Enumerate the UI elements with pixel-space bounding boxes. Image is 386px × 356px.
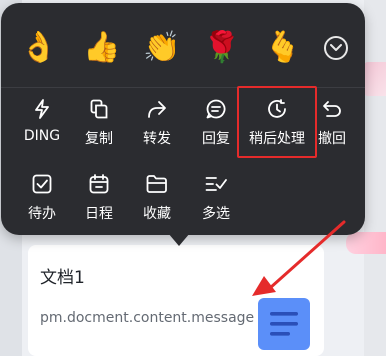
- forward-label: 转发: [143, 131, 171, 147]
- hand-with-flower-emoji[interactable]: 🌹: [202, 27, 242, 67]
- thumbs-up-emoji[interactable]: 👍: [82, 27, 122, 67]
- favorite-button[interactable]: 收藏: [126, 167, 188, 227]
- lightning-icon: [31, 98, 53, 120]
- sticker-decoration-bottom: [346, 232, 386, 254]
- finger-heart-emoji[interactable]: 🫰: [263, 27, 303, 67]
- reply-bubble-icon: [205, 98, 227, 120]
- recall-label: 撤回: [318, 131, 346, 147]
- reply-label: 回复: [202, 131, 230, 147]
- document-lines-icon: [258, 298, 310, 350]
- folder-icon: [146, 173, 168, 195]
- checkbox-icon: [31, 173, 53, 195]
- chevron-down-circle-icon[interactable]: [324, 36, 348, 60]
- ok-hand-emoji[interactable]: 👌: [19, 27, 59, 67]
- multi-select-icon: [205, 173, 227, 195]
- undo-icon: [321, 98, 343, 120]
- ding-button[interactable]: DING: [11, 92, 73, 152]
- multi-select-label: 多选: [202, 206, 230, 222]
- schedule-button[interactable]: 日程: [68, 167, 130, 227]
- document-description: pm.docment.content.message: [40, 310, 255, 326]
- sticker-decoration: [364, 62, 386, 96]
- calendar-icon: [88, 173, 110, 195]
- copy-label: 复制: [85, 131, 113, 147]
- copy-icon: [88, 98, 110, 120]
- forward-icon: [146, 98, 168, 120]
- schedule-label: 日程: [85, 206, 113, 222]
- copy-button[interactable]: 复制: [68, 92, 130, 152]
- popup-pointer-tail: [168, 233, 190, 246]
- document-title: 文档1: [40, 268, 85, 288]
- chat-background-right: [364, 0, 386, 356]
- emoji-reaction-row: 👌 👍 👏 🌹 🫰: [1, 3, 365, 87]
- multi-select-button[interactable]: 多选: [185, 167, 247, 227]
- forward-button[interactable]: 转发: [126, 92, 188, 152]
- ding-label: DING: [23, 128, 61, 144]
- todo-button[interactable]: 待办: [11, 167, 73, 227]
- favorite-label: 收藏: [143, 206, 171, 222]
- clapping-hands-emoji[interactable]: 👏: [142, 27, 182, 67]
- highlight-annotation-box: [237, 86, 317, 158]
- todo-label: 待办: [28, 206, 56, 222]
- document-message-card[interactable]: 文档1 pm.docment.content.message: [28, 245, 324, 356]
